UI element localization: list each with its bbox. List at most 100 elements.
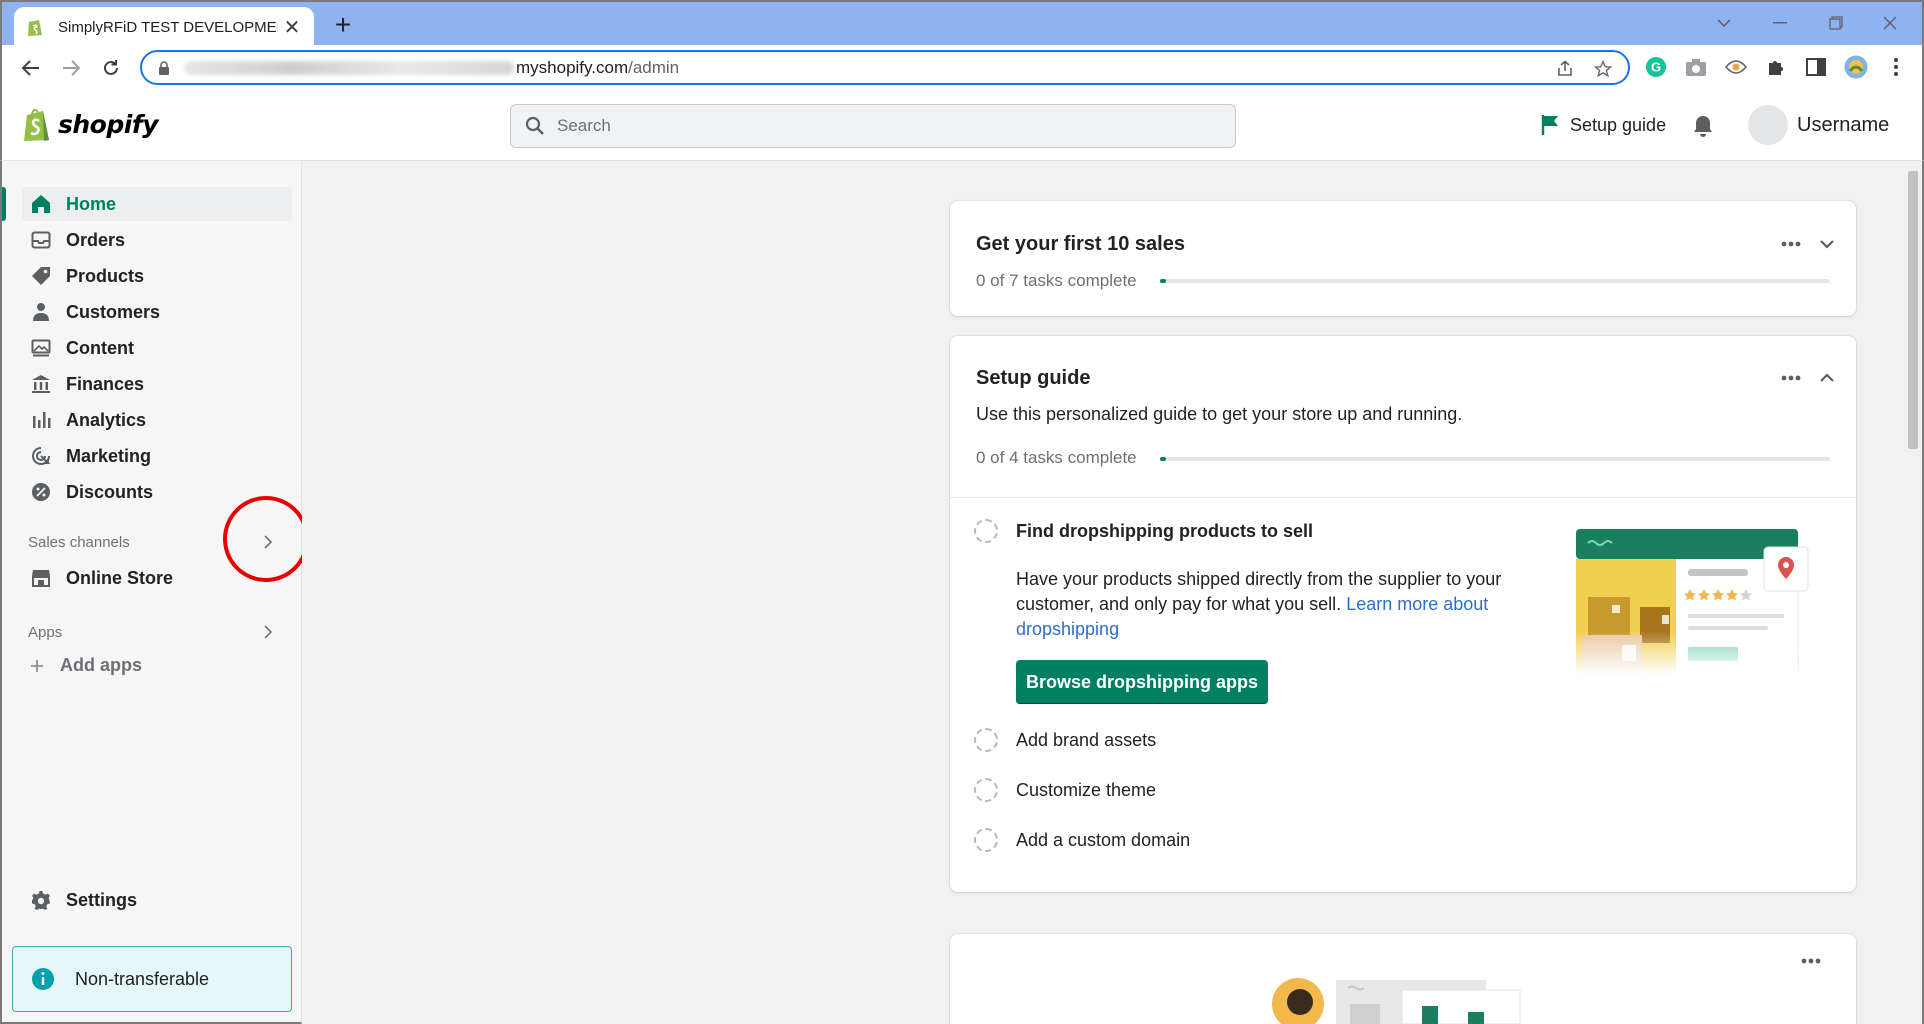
reload-icon[interactable] (96, 53, 126, 83)
minimize-icon[interactable] (1762, 8, 1798, 38)
shopify-logo[interactable]: shopify (22, 106, 159, 142)
more-actions-icon[interactable] (1800, 950, 1822, 972)
admin-topbar: shopify Search Setup guide Username (0, 90, 1924, 161)
first-sales-title: Get your first 10 sales (976, 233, 1185, 255)
browse-dropshipping-apps-button[interactable]: Browse dropshipping apps (1016, 660, 1268, 704)
sidebar-item-home[interactable]: Home (22, 187, 292, 221)
percent-icon (30, 481, 52, 503)
sidebar-item-analytics[interactable]: Analytics (22, 403, 292, 437)
address-bar[interactable]: myshopify.com/admin (140, 50, 1630, 85)
sidebar-item-products[interactable]: Products (22, 259, 292, 293)
sidebar-item-label: Finances (66, 373, 145, 394)
inbox-icon (30, 229, 52, 251)
bank-icon (30, 373, 52, 395)
camera-icon[interactable] (1684, 55, 1708, 79)
extensions-puzzle-icon[interactable] (1764, 55, 1788, 79)
task-title[interactable]: Find dropshipping products to sell (1016, 521, 1313, 542)
url-redacted (184, 60, 514, 75)
side-panel-icon[interactable] (1804, 55, 1828, 79)
eye-icon[interactable] (1724, 55, 1748, 79)
tag-icon (30, 265, 52, 287)
progress-fill (1160, 457, 1166, 461)
chrome-menu-icon[interactable] (1884, 55, 1908, 79)
search-input[interactable]: Search (510, 104, 1236, 148)
dropshipping-illustration (1576, 528, 1809, 675)
sidebar-item-online-store[interactable]: Online Store (22, 561, 292, 595)
setup-guide-title: Setup guide (976, 367, 1091, 389)
profile-avatar-icon[interactable] (1844, 55, 1868, 79)
grammarly-icon[interactable]: G (1644, 55, 1668, 79)
store-icon (30, 567, 52, 589)
chevron-down-icon[interactable] (1816, 233, 1838, 255)
sidebar-nav: Home Orders Products Customers Content F… (0, 161, 309, 1024)
shopify-favicon-icon (28, 20, 42, 36)
sidebar-item-content[interactable]: Content (22, 331, 292, 365)
tab-close-icon[interactable]: ✕ (282, 15, 302, 40)
browser-tab-strip: SimplyRFiD TEST DEVELOPMENT ✕ + (0, 0, 1924, 47)
notifications-bell-icon[interactable] (1692, 114, 1714, 143)
add-apps-label: Add apps (60, 655, 143, 675)
bar-chart-icon (30, 409, 52, 431)
chevron-up-icon[interactable] (1816, 367, 1838, 389)
task-dropshipping: Find dropshipping products to sell Have … (950, 497, 1856, 727)
sidebar-item-label: Orders (66, 229, 126, 250)
more-actions-icon[interactable] (1780, 233, 1802, 255)
first-sales-progress-bar (1160, 279, 1830, 283)
non-transferable-banner[interactable]: Non-transferable (12, 946, 292, 1012)
forward-arrow-icon[interactable] (56, 53, 86, 83)
sidebar-item-settings[interactable]: Settings (22, 883, 292, 917)
shopify-bag-icon (24, 108, 49, 141)
svg-text:G: G (1651, 60, 1661, 75)
setup-guide-label: Setup guide (1570, 114, 1667, 135)
sidebar-item-label: Customers (66, 301, 161, 322)
task-incomplete-icon[interactable] (974, 778, 998, 802)
sidebar-item-label: Analytics (66, 409, 147, 430)
more-actions-icon[interactable] (1780, 367, 1802, 389)
share-icon[interactable] (1554, 58, 1576, 80)
person-icon (30, 301, 52, 323)
setup-guide-link[interactable]: Setup guide (1540, 114, 1666, 136)
sidebar-item-customers[interactable]: Customers (22, 295, 292, 329)
flag-icon (1541, 115, 1558, 135)
plus-icon (31, 659, 43, 672)
apps-chevron-icon[interactable] (260, 624, 276, 640)
non-transferable-label: Non-transferable (75, 968, 210, 989)
home-icon (30, 193, 52, 215)
task-add-brand-assets[interactable]: Add brand assets (1016, 730, 1156, 751)
bookmark-star-icon[interactable] (1592, 58, 1614, 80)
apps-heading: Apps (28, 624, 63, 641)
sidebar-item-marketing[interactable]: Marketing (22, 439, 292, 473)
username[interactable]: Username (1797, 114, 1889, 137)
browser-toolbar: myshopify.com/admin G (0, 45, 1924, 90)
back-arrow-icon[interactable] (16, 53, 46, 83)
promo-illustration (1272, 978, 1521, 1024)
sidebar-item-label: Content (66, 337, 134, 358)
close-window-icon[interactable] (1872, 8, 1908, 38)
setup-guide-progress-text: 0 of 4 tasks complete (976, 448, 1137, 467)
url-text: myshopify.com/admin (516, 57, 680, 77)
task-incomplete-icon[interactable] (974, 828, 998, 852)
sidebar-item-label: Discounts (66, 481, 154, 502)
tab-search-icon[interactable] (1706, 8, 1742, 38)
task-add-custom-domain[interactable]: Add a custom domain (1016, 830, 1190, 851)
task-incomplete-icon[interactable] (974, 728, 998, 752)
browser-tab[interactable]: SimplyRFiD TEST DEVELOPMENT ✕ (14, 7, 314, 47)
scrollbar-thumb[interactable] (1908, 171, 1918, 449)
task-description: Have your products shipped directly from… (1016, 569, 1502, 639)
page-scrollbar[interactable] (1904, 161, 1924, 1024)
tab-title: SimplyRFiD TEST DEVELOPMENT (58, 18, 278, 36)
sidebar-item-label: Settings (66, 889, 138, 910)
sidebar-item-orders[interactable]: Orders (22, 223, 292, 257)
sidebar-item-label: Home (66, 193, 117, 214)
avatar[interactable] (1748, 105, 1788, 145)
task-customize-theme[interactable]: Customize theme (1016, 780, 1156, 801)
new-tab-button[interactable]: + (328, 10, 358, 40)
restore-icon[interactable] (1818, 8, 1854, 38)
task-incomplete-icon[interactable] (974, 519, 998, 543)
sidebar-item-label: Online Store (66, 567, 174, 588)
logo-wordmark: shopify (58, 109, 159, 139)
lock-icon (159, 60, 169, 75)
sidebar-item-finances[interactable]: Finances (22, 367, 292, 401)
add-apps-link[interactable]: Add apps (30, 655, 142, 676)
active-indicator (2, 187, 6, 221)
